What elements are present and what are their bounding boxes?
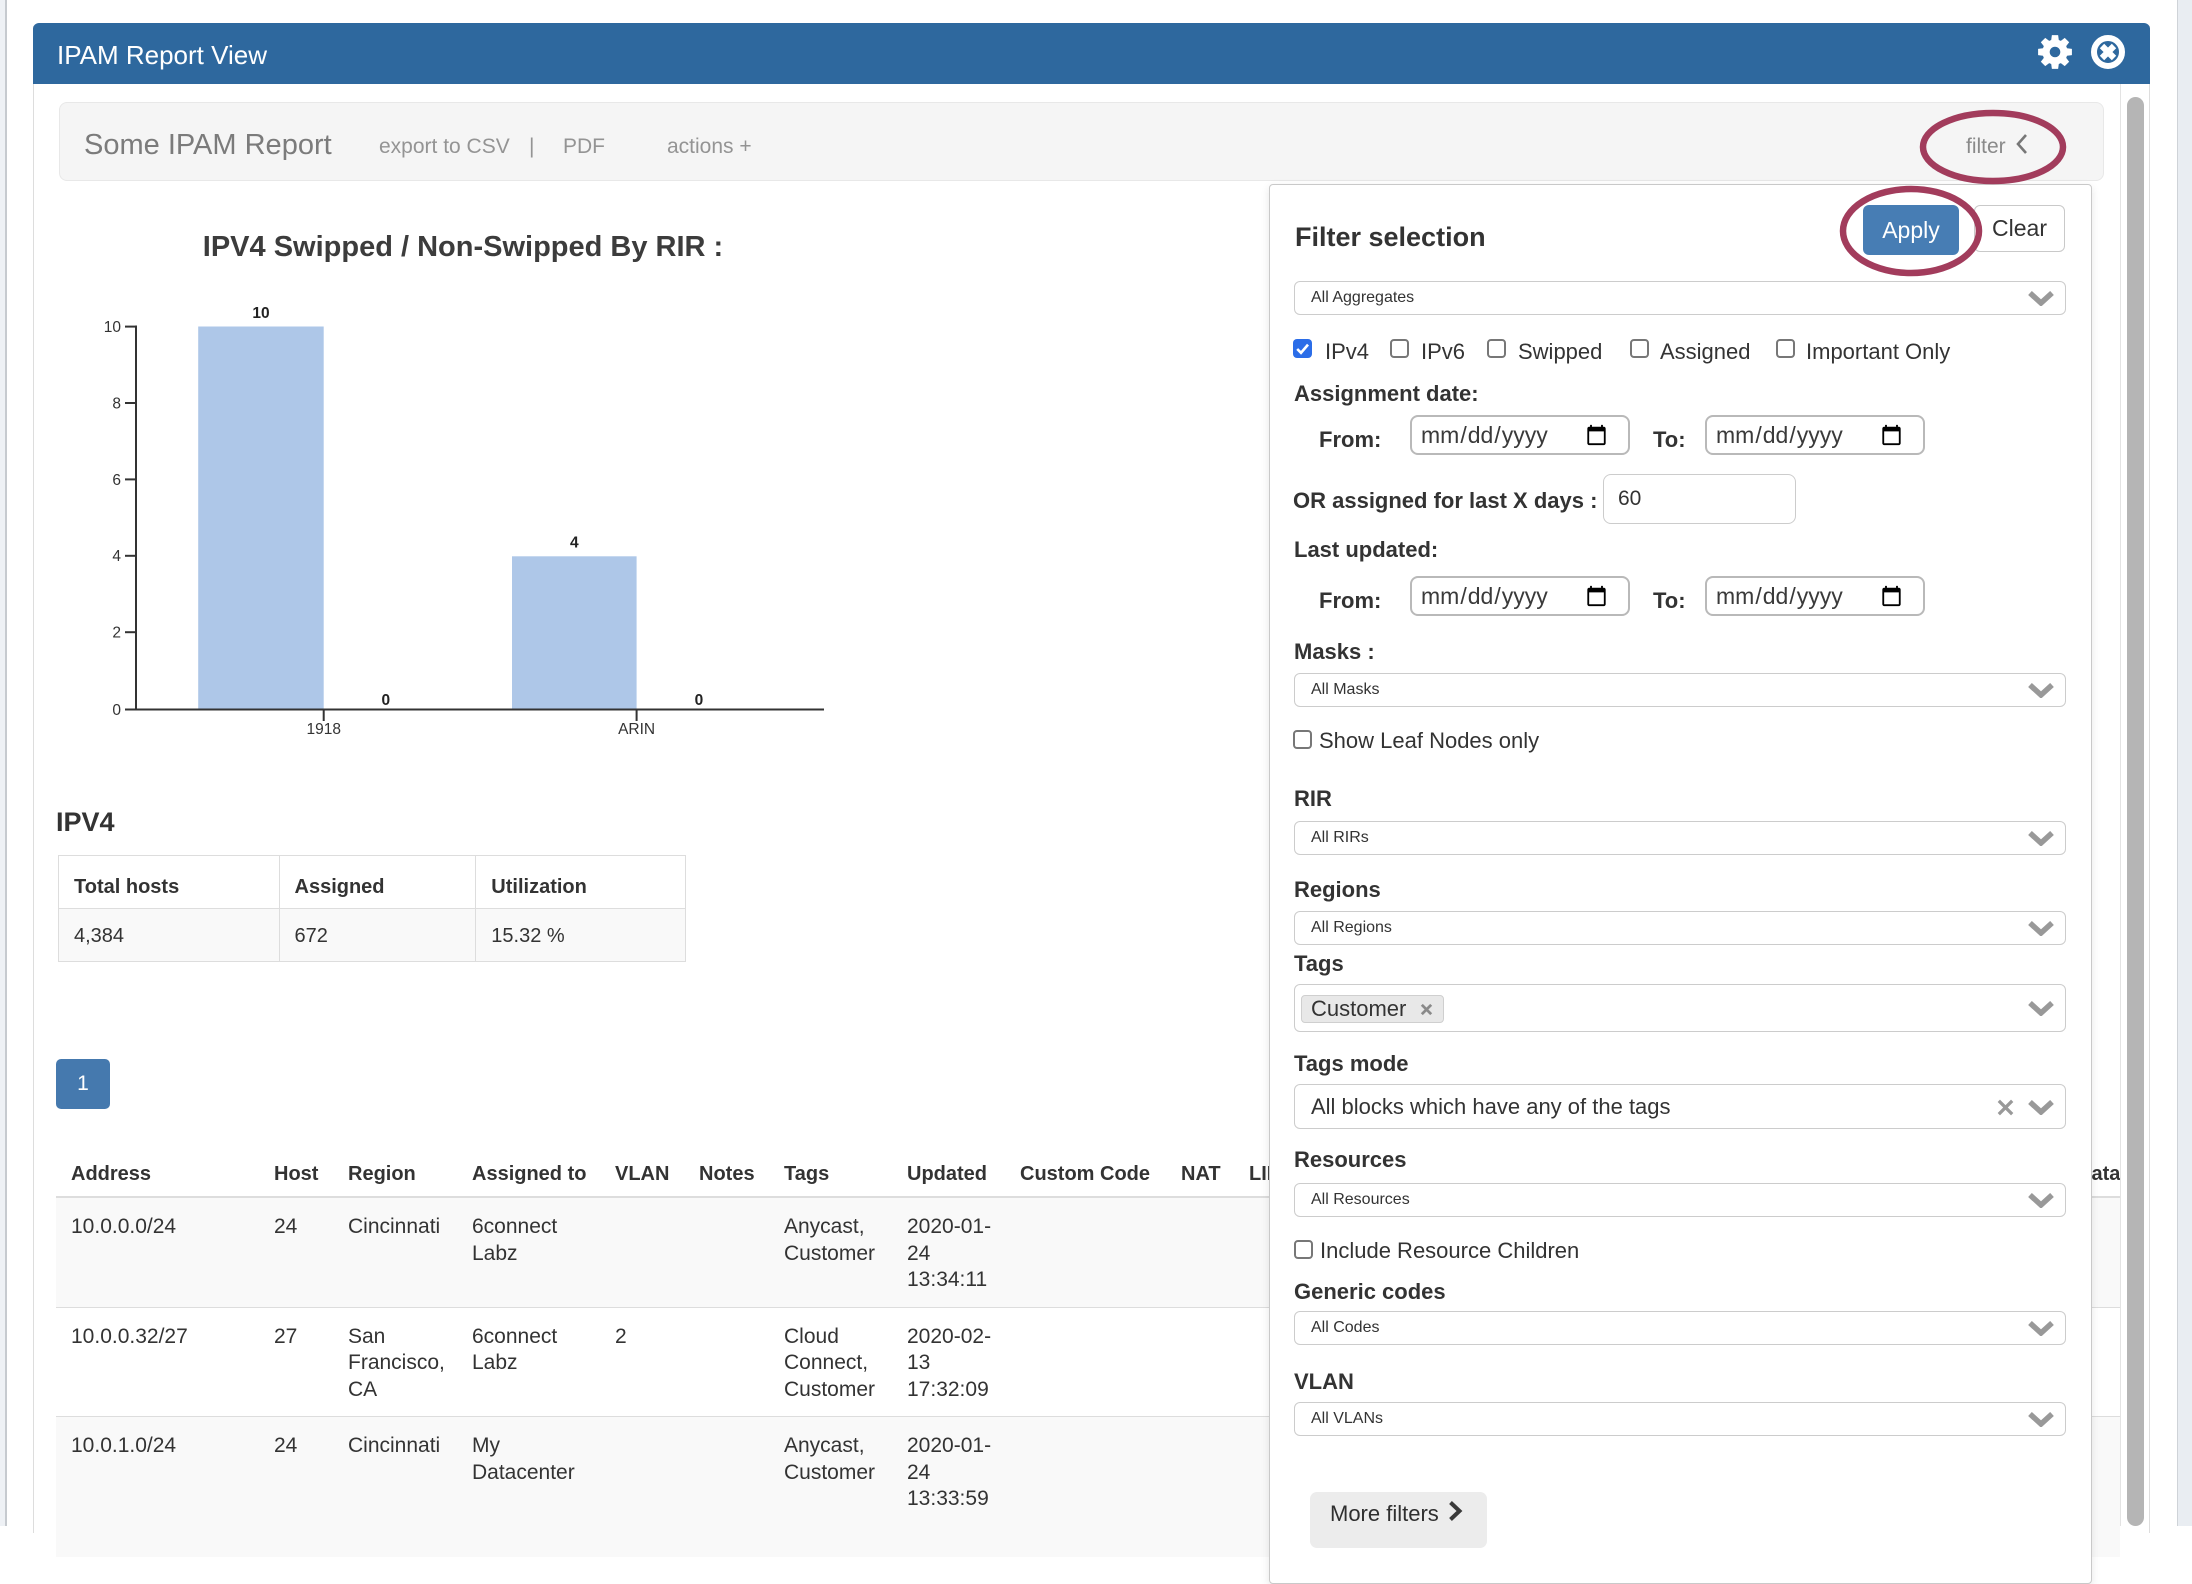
svg-text:0: 0 bbox=[695, 692, 704, 709]
svg-text:0: 0 bbox=[381, 692, 390, 709]
svg-text:10: 10 bbox=[104, 319, 122, 336]
svg-text:8: 8 bbox=[112, 395, 121, 412]
svg-text:1918: 1918 bbox=[306, 721, 340, 738]
svg-text:2: 2 bbox=[112, 625, 121, 642]
svg-text:ARIN: ARIN bbox=[618, 721, 655, 738]
svg-text:10: 10 bbox=[252, 305, 269, 322]
svg-text:6: 6 bbox=[112, 472, 121, 489]
svg-text:4: 4 bbox=[112, 548, 121, 565]
svg-text:0: 0 bbox=[112, 702, 121, 719]
svg-text:4: 4 bbox=[570, 535, 579, 552]
